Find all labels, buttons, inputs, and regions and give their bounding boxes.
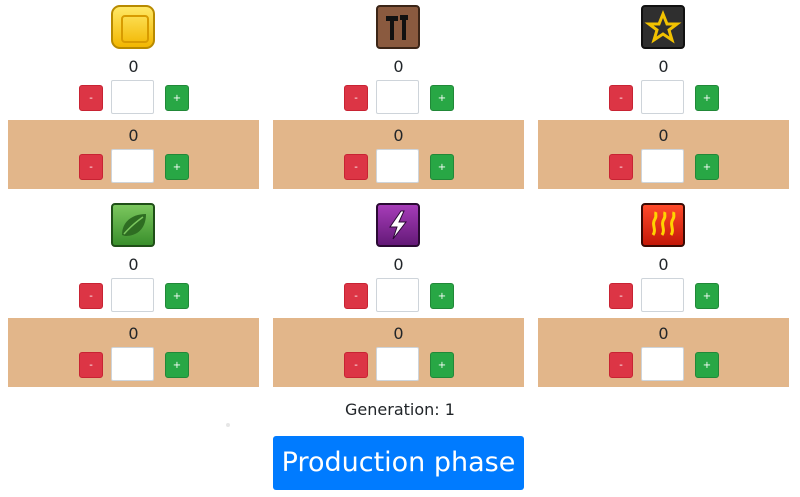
leaf-icon bbox=[111, 203, 155, 247]
decrease-production-button[interactable]: - bbox=[344, 85, 368, 111]
megacredit-icon bbox=[111, 5, 155, 49]
stock-controls: - + bbox=[609, 347, 719, 381]
decrease-stock-button[interactable]: - bbox=[79, 352, 103, 378]
resource-row-1: 0 - + 0 - + 0 - + 0 - + 0 - + 0 - + bbox=[0, 0, 800, 198]
production-value: 0 bbox=[393, 57, 404, 76]
production-controls: - + bbox=[344, 80, 454, 114]
stock-value: 0 bbox=[128, 324, 139, 343]
stock-panel-steel: 0 - + bbox=[273, 120, 524, 189]
production-input[interactable] bbox=[376, 278, 419, 312]
increase-stock-button[interactable]: + bbox=[430, 352, 454, 378]
stock-panel-megacredits: 0 - + bbox=[8, 120, 259, 189]
stock-panel-plants: 0 - + bbox=[8, 318, 259, 387]
decrease-stock-button[interactable]: - bbox=[79, 154, 103, 180]
stock-value: 0 bbox=[658, 324, 669, 343]
production-controls: - + bbox=[344, 278, 454, 312]
stock-panel-heat: 0 - + bbox=[538, 318, 789, 387]
steel-tools-icon bbox=[376, 5, 420, 49]
stock-controls: - + bbox=[79, 347, 189, 381]
decrease-stock-button[interactable]: - bbox=[609, 154, 633, 180]
stock-input[interactable] bbox=[376, 149, 419, 183]
increase-stock-button[interactable]: + bbox=[695, 154, 719, 180]
production-value: 0 bbox=[658, 57, 669, 76]
stock-value: 0 bbox=[393, 324, 404, 343]
lightning-icon bbox=[376, 203, 420, 247]
production-input[interactable] bbox=[376, 80, 419, 114]
production-input[interactable] bbox=[641, 80, 684, 114]
decrease-stock-button[interactable]: - bbox=[344, 154, 368, 180]
increase-stock-button[interactable]: + bbox=[695, 352, 719, 378]
increase-production-button[interactable]: + bbox=[430, 85, 454, 111]
production-input[interactable] bbox=[111, 278, 154, 312]
stock-value: 0 bbox=[658, 126, 669, 145]
stock-controls: - + bbox=[344, 149, 454, 183]
stock-value: 0 bbox=[393, 126, 404, 145]
stock-panel-titanium: 0 - + bbox=[538, 120, 789, 189]
heat-waves-icon bbox=[641, 203, 685, 247]
decrease-production-button[interactable]: - bbox=[79, 85, 103, 111]
increase-production-button[interactable]: + bbox=[165, 85, 189, 111]
stock-controls: - + bbox=[344, 347, 454, 381]
stock-panel-energy: 0 - + bbox=[273, 318, 524, 387]
decrease-production-button[interactable]: - bbox=[344, 283, 368, 309]
decrease-production-button[interactable]: - bbox=[609, 85, 633, 111]
titanium-star-icon bbox=[641, 5, 685, 49]
resource-row-2: 0 - + 0 - + 0 - + 0 - + 0 - + 0 - + bbox=[0, 198, 800, 396]
production-value: 0 bbox=[128, 255, 139, 274]
production-controls: - + bbox=[609, 80, 719, 114]
decorative-dot bbox=[226, 423, 230, 427]
stock-input[interactable] bbox=[111, 347, 154, 381]
increase-production-button[interactable]: + bbox=[165, 283, 189, 309]
decrease-stock-button[interactable]: - bbox=[344, 352, 368, 378]
production-controls: - + bbox=[609, 278, 719, 312]
production-controls: - + bbox=[79, 80, 189, 114]
production-controls: - + bbox=[79, 278, 189, 312]
stock-input[interactable] bbox=[376, 347, 419, 381]
production-value: 0 bbox=[658, 255, 669, 274]
stock-input[interactable] bbox=[641, 347, 684, 381]
stock-input[interactable] bbox=[111, 149, 154, 183]
decrease-production-button[interactable]: - bbox=[609, 283, 633, 309]
production-value: 0 bbox=[393, 255, 404, 274]
stock-controls: - + bbox=[79, 149, 189, 183]
increase-stock-button[interactable]: + bbox=[430, 154, 454, 180]
production-phase-button[interactable]: Production phase bbox=[273, 436, 524, 490]
increase-stock-button[interactable]: + bbox=[165, 154, 189, 180]
decrease-stock-button[interactable]: - bbox=[609, 352, 633, 378]
increase-production-button[interactable]: + bbox=[430, 283, 454, 309]
stock-input[interactable] bbox=[641, 149, 684, 183]
stock-controls: - + bbox=[609, 149, 719, 183]
production-input[interactable] bbox=[641, 278, 684, 312]
production-input[interactable] bbox=[111, 80, 154, 114]
decrease-production-button[interactable]: - bbox=[79, 283, 103, 309]
increase-stock-button[interactable]: + bbox=[165, 352, 189, 378]
increase-production-button[interactable]: + bbox=[695, 85, 719, 111]
generation-label: Generation: 1 bbox=[345, 400, 455, 419]
increase-production-button[interactable]: + bbox=[695, 283, 719, 309]
production-value: 0 bbox=[128, 57, 139, 76]
stock-value: 0 bbox=[128, 126, 139, 145]
